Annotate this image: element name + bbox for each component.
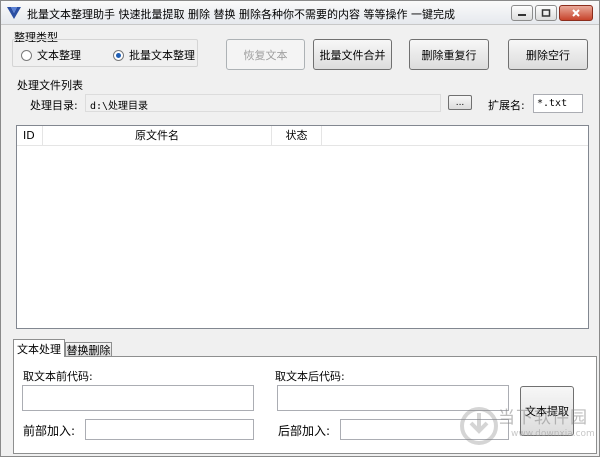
- after-code-label: 取文本后代码:: [275, 370, 345, 383]
- radio-label: 批量文本整理: [129, 49, 195, 62]
- minimize-button[interactable]: [511, 5, 533, 21]
- delete-empty-lines-button[interactable]: 删除空行: [508, 39, 588, 70]
- extension-field[interactable]: *.txt: [533, 94, 583, 113]
- suffix-label: 后部加入:: [278, 424, 331, 438]
- watermark-url: www.downxia.com: [511, 429, 595, 439]
- radio-batch-text-organize[interactable]: 批量文本整理: [113, 47, 195, 63]
- window-controls: [511, 5, 593, 21]
- restore-text-button[interactable]: 恢复文本: [226, 39, 305, 70]
- extension-label: 扩展名:: [488, 99, 525, 112]
- radio-indicator: [21, 49, 32, 61]
- tab-replace-delete[interactable]: 替换删除: [65, 342, 112, 357]
- radio-text-organize[interactable]: 文本整理: [21, 47, 81, 63]
- close-icon: [572, 9, 580, 17]
- maximize-button[interactable]: [535, 5, 557, 21]
- file-list-label: 处理文件列表: [17, 79, 83, 92]
- app-logo-icon: [7, 7, 21, 19]
- close-button[interactable]: [559, 5, 593, 21]
- column-header-status[interactable]: 状态: [272, 126, 322, 146]
- minimize-icon: [518, 14, 526, 16]
- table-header: ID 原文件名 状态: [17, 126, 588, 146]
- directory-field[interactable]: d:\处理目录: [85, 94, 441, 112]
- app-window: 批量文本整理助手 快速批量提取 删除 替换 删除各种你不需要的内容 等等操作 一…: [0, 0, 600, 457]
- before-code-label: 取文本前代码:: [23, 370, 93, 383]
- watermark-text: 当下软件园: [498, 408, 588, 428]
- delete-duplicate-lines-button[interactable]: 删除重复行: [409, 39, 489, 70]
- prefix-label: 前部加入:: [23, 424, 76, 438]
- column-header-id[interactable]: ID: [17, 126, 43, 146]
- before-code-input[interactable]: [22, 385, 254, 411]
- radio-label: 文本整理: [37, 49, 81, 62]
- title-bar: 批量文本整理助手 快速批量提取 删除 替换 删除各种你不需要的内容 等等操作 一…: [1, 1, 599, 25]
- directory-label: 处理目录:: [30, 99, 78, 112]
- column-header-filename[interactable]: 原文件名: [43, 126, 272, 146]
- file-list-table[interactable]: ID 原文件名 状态: [16, 125, 589, 329]
- radio-indicator-selected: [113, 49, 124, 61]
- batch-merge-button[interactable]: 批量文件合并: [313, 39, 392, 70]
- tab-text-processing[interactable]: 文本处理: [13, 339, 65, 357]
- prefix-input[interactable]: [85, 419, 254, 440]
- browse-button[interactable]: ...: [448, 95, 472, 110]
- maximize-icon: [541, 9, 551, 17]
- window-title: 批量文本整理助手 快速批量提取 删除 替换 删除各种你不需要的内容 等等操作 一…: [27, 8, 455, 21]
